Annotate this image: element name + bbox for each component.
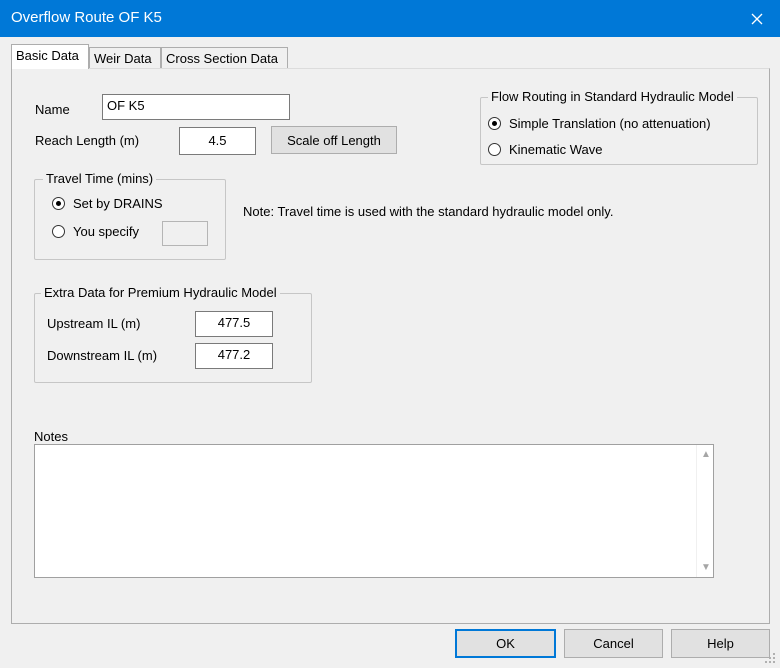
tab-basic-data[interactable]: Basic Data bbox=[11, 44, 89, 69]
name-input[interactable]: OF K5 bbox=[102, 94, 290, 120]
set-by-drains-label: Set by DRAINS bbox=[73, 196, 163, 211]
travel-time-input[interactable] bbox=[162, 221, 208, 246]
downstream-il-label: Downstream IL (m) bbox=[47, 348, 158, 363]
help-button[interactable]: Help bbox=[671, 629, 770, 658]
premium-data-group: Extra Data for Premium Hydraulic Model bbox=[34, 285, 312, 383]
scroll-down-icon[interactable]: ▼ bbox=[701, 562, 711, 573]
you-specify-label: You specify bbox=[73, 224, 140, 239]
notes-scrollbar[interactable]: ▲ ▼ bbox=[696, 445, 713, 577]
name-label: Name bbox=[35, 102, 70, 117]
ok-label: OK bbox=[496, 636, 515, 651]
help-label: Help bbox=[707, 636, 734, 651]
radio-unselected-icon bbox=[488, 143, 501, 156]
set-by-drains-radio[interactable]: Set by DRAINS bbox=[52, 196, 163, 211]
travel-time-legend: Travel Time (mins) bbox=[43, 171, 157, 186]
scroll-up-icon[interactable]: ▲ bbox=[701, 449, 711, 460]
close-button[interactable] bbox=[734, 0, 780, 37]
premium-data-legend: Extra Data for Premium Hydraulic Model bbox=[41, 285, 280, 300]
tab-weir-data[interactable]: Weir Data bbox=[89, 47, 161, 69]
upstream-il-input[interactable]: 477.5 bbox=[195, 311, 273, 337]
cancel-label: Cancel bbox=[593, 636, 634, 651]
tab-label: Basic Data bbox=[16, 48, 79, 63]
title-bar: Overflow Route OF K5 bbox=[0, 0, 780, 37]
notes-label: Notes bbox=[34, 429, 68, 444]
radio-unselected-icon bbox=[52, 225, 65, 238]
travel-time-note: Note: Travel time is used with the stand… bbox=[243, 204, 614, 219]
kinematic-wave-label: Kinematic Wave bbox=[509, 142, 603, 157]
simple-translation-radio[interactable]: Simple Translation (no attenuation) bbox=[488, 116, 711, 131]
ok-button[interactable]: OK bbox=[455, 629, 556, 658]
you-specify-radio[interactable]: You specify bbox=[52, 224, 139, 239]
close-icon bbox=[751, 13, 763, 24]
notes-textarea[interactable]: ▲ ▼ bbox=[34, 444, 714, 578]
resize-grip-icon[interactable] bbox=[764, 652, 776, 664]
flow-routing-legend: Flow Routing in Standard Hydraulic Model bbox=[488, 89, 737, 104]
downstream-il-input[interactable]: 477.2 bbox=[195, 343, 273, 369]
cancel-button[interactable]: Cancel bbox=[564, 629, 663, 658]
kinematic-wave-radio[interactable]: Kinematic Wave bbox=[488, 142, 602, 157]
simple-translation-label: Simple Translation (no attenuation) bbox=[509, 116, 711, 131]
tab-label: Weir Data bbox=[94, 51, 152, 66]
radio-selected-icon bbox=[488, 117, 501, 130]
tab-label: Cross Section Data bbox=[166, 51, 278, 66]
notes-text bbox=[35, 445, 713, 453]
reach-length-label: Reach Length (m) bbox=[35, 133, 140, 148]
radio-selected-icon bbox=[52, 197, 65, 210]
window-title: Overflow Route OF K5 bbox=[11, 9, 162, 26]
travel-time-group: Travel Time (mins) bbox=[34, 171, 226, 260]
upstream-il-label: Upstream IL (m) bbox=[47, 316, 141, 331]
scale-off-length-button[interactable]: Scale off Length bbox=[271, 126, 397, 154]
reach-length-input[interactable]: 4.5 bbox=[179, 127, 256, 155]
scale-off-length-label: Scale off Length bbox=[287, 132, 381, 148]
tab-cross-section-data[interactable]: Cross Section Data bbox=[161, 47, 288, 69]
